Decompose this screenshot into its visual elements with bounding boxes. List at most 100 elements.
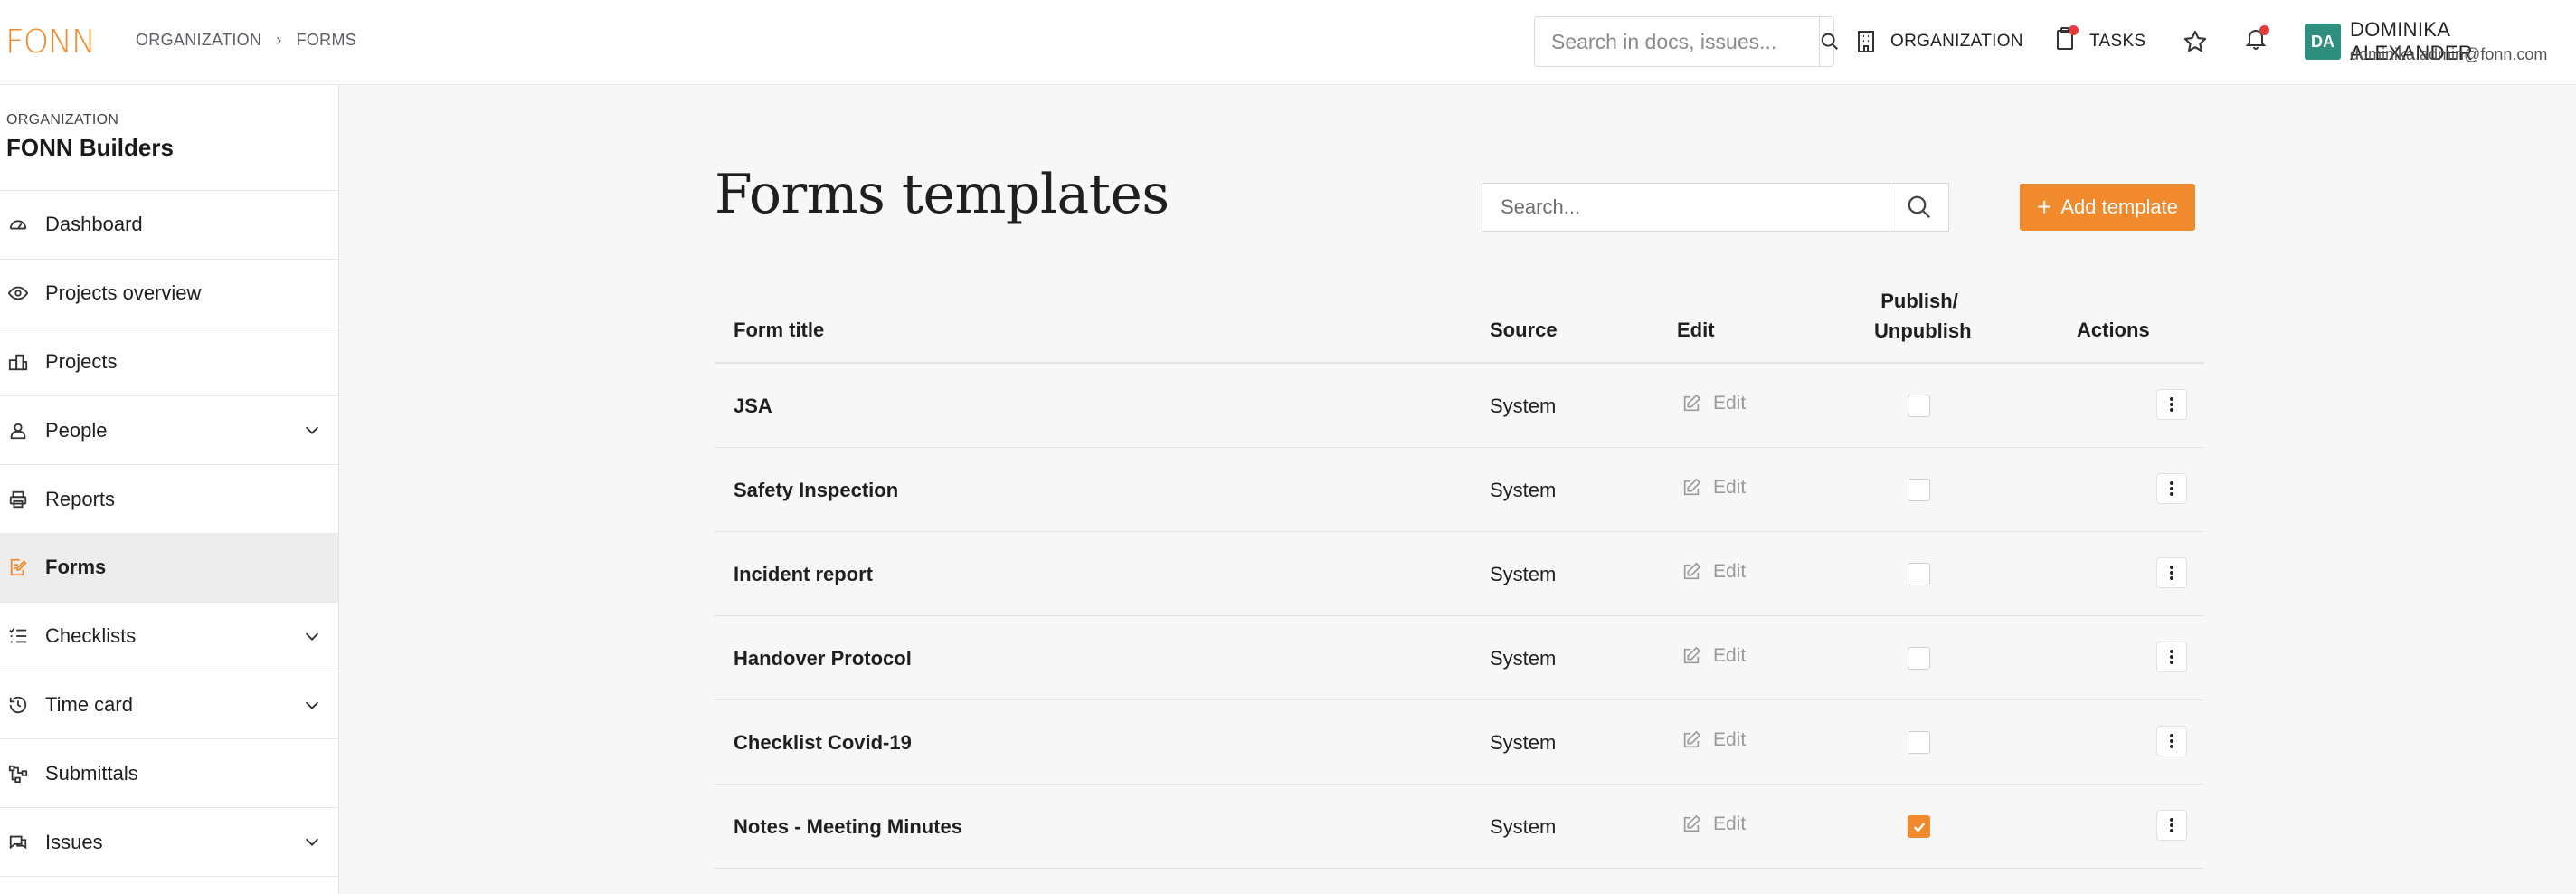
sidebar-item-label: Issues: [45, 830, 103, 853]
templates-search-input[interactable]: [1482, 184, 1889, 231]
edit-link[interactable]: Edit: [1681, 729, 1746, 751]
row-actions-button[interactable]: [2156, 810, 2187, 841]
chevron-down-icon[interactable]: [302, 626, 322, 646]
row-actions-button[interactable]: [2156, 389, 2187, 420]
publish-checkbox[interactable]: [1908, 731, 1930, 754]
edit-label: Edit: [1713, 393, 1747, 414]
publish-checkbox[interactable]: [1908, 815, 1930, 838]
edit-icon: [1683, 394, 1701, 412]
top-bar: FONN ORGANIZATION › FORMS ORGANIZATION T…: [0, 0, 2576, 85]
add-template-button[interactable]: + Add template: [2020, 184, 2195, 231]
eye-icon: [7, 282, 29, 304]
publish-checkbox[interactable]: [1908, 395, 1930, 417]
sidebar-item-label: Time card: [45, 692, 133, 716]
edit-link[interactable]: Edit: [1681, 477, 1746, 499]
form-title-cell[interactable]: Checklist Covid-19: [734, 731, 912, 755]
column-actions: Actions: [2077, 319, 2150, 341]
form-title-cell[interactable]: Handover Protocol: [734, 647, 912, 670]
chevron-down-icon[interactable]: [302, 832, 322, 851]
row-actions-button[interactable]: [2156, 557, 2187, 588]
avatar[interactable]: DA: [2305, 24, 2341, 60]
table-row: Safety Inspection System Edit: [715, 448, 2204, 532]
notifications-button[interactable]: [2245, 24, 2269, 60]
sidebar-item-submittals[interactable]: Submittals: [0, 739, 338, 809]
chevron-down-icon[interactable]: [302, 420, 322, 440]
printer-icon: [7, 489, 29, 510]
sidebar-item-dashboard[interactable]: Dashboard: [0, 191, 338, 260]
column-edit: Edit: [1677, 319, 1715, 341]
publish-checkbox[interactable]: [1908, 647, 1930, 670]
row-actions-button[interactable]: [2156, 473, 2187, 504]
edit-link[interactable]: Edit: [1681, 645, 1746, 667]
table-row: Handover Protocol System Edit: [715, 616, 2204, 700]
checklist-icon: [7, 625, 29, 647]
add-template-label: Add template: [2060, 195, 2178, 218]
column-source[interactable]: Source: [1490, 319, 1558, 342]
org-label: ORGANIZATION: [6, 112, 119, 128]
organization-nav[interactable]: ORGANIZATION: [1856, 24, 2023, 60]
sidebar-item-projects[interactable]: Projects: [0, 328, 338, 397]
breadcrumb-organization[interactable]: ORGANIZATION: [136, 31, 261, 50]
form-title-cell[interactable]: Incident report: [734, 563, 873, 586]
search-icon: [1908, 195, 1930, 219]
sidebar-item-forms[interactable]: Forms: [0, 533, 338, 603]
edit-label: Edit: [1713, 813, 1747, 834]
page-title: Forms templates: [715, 163, 1170, 226]
clipboard-icon: [2055, 25, 2079, 56]
global-search: [1534, 16, 1838, 67]
sidebar-item-label: Submittals: [45, 761, 138, 785]
form-title-cell[interactable]: Notes - Meeting Minutes: [734, 815, 962, 839]
source-cell: System: [1490, 731, 1557, 754]
sidebar-item-label: Forms: [45, 556, 107, 579]
edit-link[interactable]: Edit: [1681, 813, 1746, 835]
row-actions-button[interactable]: [2156, 642, 2187, 672]
edit-icon: [1683, 730, 1701, 748]
publish-checkbox[interactable]: [1908, 479, 1930, 501]
breadcrumb: ORGANIZATION › FORMS: [136, 31, 356, 50]
chat-icon: [7, 832, 29, 853]
favorites-button[interactable]: [2183, 24, 2208, 60]
form-title-cell[interactable]: JSA: [734, 395, 772, 418]
column-publish: Publish/ Unpublish: [1874, 286, 1972, 346]
sidebar-item-people[interactable]: People: [0, 396, 338, 466]
publish-checkbox[interactable]: [1908, 563, 1930, 585]
column-form-title[interactable]: Form title: [734, 319, 824, 342]
flow-icon: [7, 763, 29, 785]
sidebar-item-reports[interactable]: Reports: [0, 465, 338, 534]
sidebar-item-label: Reports: [45, 487, 116, 510]
more-vertical-icon: [2170, 818, 2174, 832]
source-cell: System: [1490, 563, 1557, 585]
person-icon: [7, 420, 29, 442]
templates-search-button[interactable]: [1889, 184, 1948, 231]
chevron-right-icon: ›: [276, 31, 282, 49]
notification-dot: [2069, 25, 2079, 35]
source-cell: System: [1490, 395, 1557, 417]
more-vertical-icon: [2170, 481, 2174, 496]
table-row: Incident report System Edit: [715, 532, 2204, 616]
gauge-icon: [7, 214, 29, 235]
table-body: JSA System Edit Safety Inspection System…: [715, 364, 2204, 869]
edit-link[interactable]: Edit: [1681, 393, 1746, 414]
sidebar-item-checklists[interactable]: Checklists: [0, 603, 338, 671]
form-title-cell[interactable]: Safety Inspection: [734, 479, 898, 502]
sidebar-item-time-card[interactable]: Time card: [0, 671, 338, 740]
edit-icon: [1683, 478, 1701, 496]
edit-link[interactable]: Edit: [1681, 561, 1746, 583]
search-icon: [1821, 33, 1838, 50]
buildings-icon: [7, 351, 29, 373]
fonn-logo[interactable]: FONN: [5, 24, 96, 61]
sidebar-item-issues[interactable]: Issues: [0, 808, 338, 877]
global-search-button[interactable]: [1819, 17, 1840, 66]
row-actions-button[interactable]: [2156, 726, 2187, 756]
global-search-input[interactable]: [1535, 17, 1819, 66]
chevron-down-icon[interactable]: [302, 695, 322, 715]
sidebar-nav: Dashboard Projects overview Projects Peo…: [0, 190, 338, 877]
sidebar-item-label: Projects: [45, 349, 118, 373]
sidebar-item-projects-overview[interactable]: Projects overview: [0, 260, 338, 328]
tasks-nav[interactable]: TASKS: [2055, 24, 2145, 60]
more-vertical-icon: [2170, 650, 2174, 664]
table-row: JSA System Edit: [715, 364, 2204, 448]
bell-icon: [2245, 25, 2269, 56]
breadcrumb-forms: FORMS: [296, 31, 357, 49]
sidebar-item-label: Dashboard: [45, 213, 143, 236]
